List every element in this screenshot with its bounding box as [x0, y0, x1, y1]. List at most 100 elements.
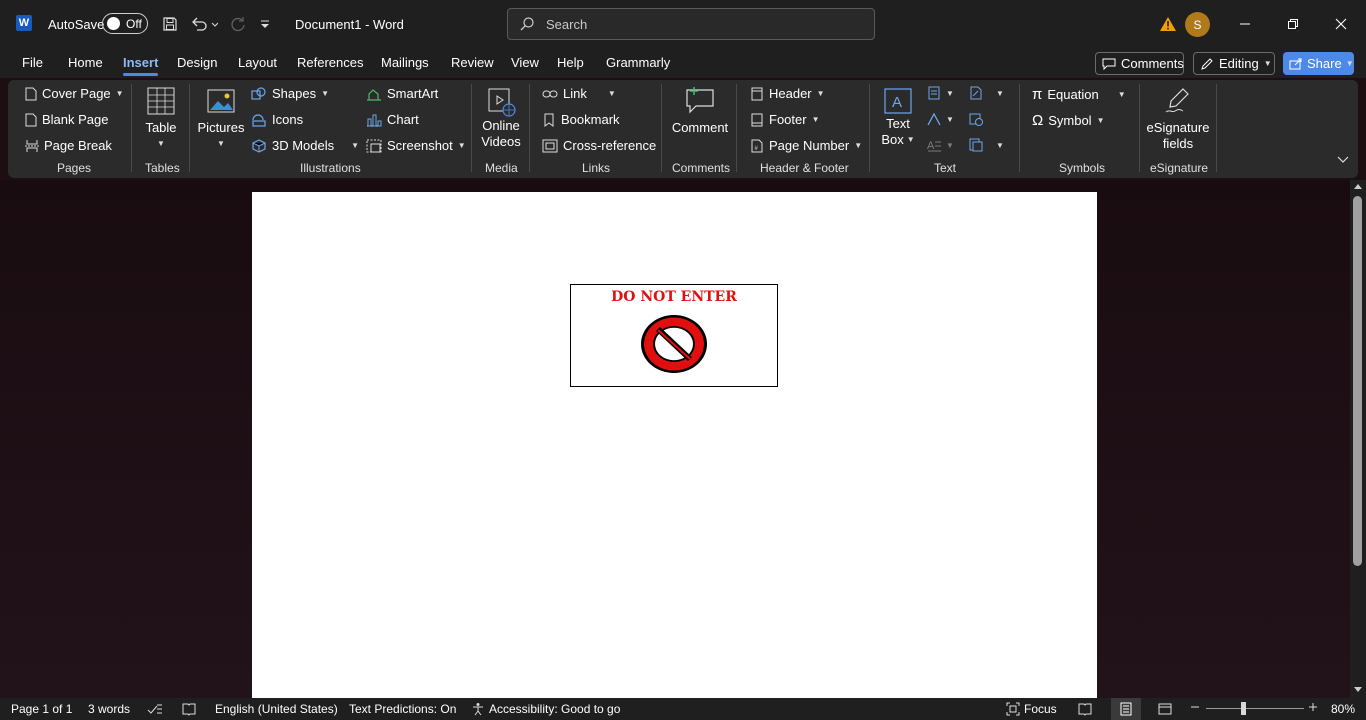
tab-references[interactable]: References: [297, 55, 363, 70]
link-button[interactable]: Link ▼: [542, 86, 616, 101]
chart-button[interactable]: Chart: [366, 112, 419, 127]
cover-page-button[interactable]: Cover Page ▼: [25, 86, 124, 101]
share-button[interactable]: Share ▼: [1283, 52, 1354, 75]
scroll-up-icon[interactable]: [1353, 182, 1363, 190]
autosave-label: AutoSave: [48, 17, 105, 32]
redo-icon[interactable]: [228, 14, 248, 34]
avatar[interactable]: S: [1185, 12, 1210, 37]
date-time-button[interactable]: [969, 112, 983, 126]
smartart-button[interactable]: SmartArt: [366, 86, 438, 101]
print-layout-icon[interactable]: [1111, 698, 1141, 720]
search-box[interactable]: Search: [507, 8, 875, 40]
signature-line-button[interactable]: ▼: [969, 86, 1004, 100]
online-videos-button[interactable]: Online Videos: [480, 86, 522, 150]
restore-icon[interactable]: [1270, 0, 1316, 48]
word-logo-icon: W: [16, 15, 32, 31]
shapes-button[interactable]: Shapes ▼: [251, 86, 329, 101]
icons-button[interactable]: Icons: [251, 112, 303, 127]
word-count[interactable]: 3 words: [88, 702, 130, 716]
tab-home[interactable]: Home: [68, 55, 103, 70]
comments-button[interactable]: Comments: [1095, 52, 1184, 75]
chevron-down-icon: [1337, 156, 1349, 164]
focus-mode-button[interactable]: Focus: [1006, 702, 1057, 716]
accessibility-status[interactable]: Accessibility: Good to go: [471, 702, 620, 716]
tab-review[interactable]: Review: [451, 55, 494, 70]
page-break-icon: [25, 139, 39, 153]
screenshot-button[interactable]: Screenshot ▼: [366, 138, 466, 153]
zoom-slider-track[interactable]: [1206, 708, 1304, 709]
group-label-pages: Pages: [57, 161, 92, 175]
chevron-down-icon: ▼: [607, 89, 616, 98]
tab-mailings[interactable]: Mailings: [381, 55, 429, 70]
tab-help[interactable]: Help: [557, 55, 584, 70]
signature-pen-icon: [1163, 86, 1193, 116]
cross-reference-button[interactable]: Cross-reference: [542, 138, 656, 153]
tab-insert[interactable]: Insert: [123, 55, 159, 76]
blank-page-button[interactable]: Blank Page: [25, 112, 109, 127]
drop-cap-button[interactable]: A ▼: [927, 138, 954, 152]
footer-icon: [750, 113, 764, 127]
page-break-button[interactable]: Page Break: [25, 138, 112, 153]
customize-toolbar-icon[interactable]: [257, 14, 273, 34]
page-number-button[interactable]: # Page Number ▼: [750, 138, 862, 153]
zoom-in-icon[interactable]: [1308, 702, 1318, 712]
smartart-label: SmartArt: [387, 86, 439, 101]
zoom-slider-thumb[interactable]: [1241, 702, 1246, 715]
tab-design[interactable]: Design: [177, 55, 217, 70]
picture-icon: [206, 86, 236, 116]
tab-grammarly[interactable]: Grammarly: [606, 55, 670, 70]
read-mode-icon[interactable]: [1078, 702, 1092, 716]
table-button[interactable]: Table ▼: [144, 86, 178, 152]
group-separator: [471, 84, 472, 172]
pictures-button[interactable]: Pictures ▼: [198, 86, 244, 152]
proofing-icon[interactable]: [147, 702, 163, 716]
web-layout-icon[interactable]: [1158, 702, 1172, 716]
esignature-label-1: eSignature: [1146, 120, 1210, 135]
autosave-toggle[interactable]: Off: [102, 13, 148, 34]
tab-view[interactable]: View: [511, 55, 539, 70]
close-icon[interactable]: [1318, 0, 1364, 48]
cover-page-label: Cover Page: [42, 86, 111, 101]
scrollbar-thumb[interactable]: [1353, 196, 1362, 566]
text-box-button[interactable]: A Text Box ▼: [878, 86, 918, 148]
zoom-out-icon[interactable]: [1190, 702, 1200, 712]
editing-mode-button[interactable]: Editing ▼: [1193, 52, 1275, 75]
chevron-down-icon: ▼: [115, 89, 124, 98]
save-icon[interactable]: [160, 14, 180, 34]
read-aloud-icon[interactable]: [182, 702, 196, 716]
warning-icon[interactable]: [1159, 15, 1177, 33]
quick-parts-button[interactable]: ▼: [927, 86, 954, 100]
tab-file[interactable]: File: [22, 55, 43, 70]
3d-models-button[interactable]: 3D Models ▼: [251, 138, 359, 153]
scroll-down-icon[interactable]: [1353, 686, 1363, 694]
document-page[interactable]: DO NOT ENTER: [252, 192, 1097, 698]
equation-button[interactable]: π Equation ▼: [1032, 86, 1126, 103]
drop-cap-icon: A: [927, 138, 941, 152]
minimize-icon[interactable]: [1222, 0, 1268, 48]
text-predictions-status[interactable]: Text Predictions: On: [349, 702, 456, 716]
page-count[interactable]: Page 1 of 1: [11, 702, 72, 716]
footer-button[interactable]: Footer ▼: [750, 112, 820, 127]
focus-icon: [1006, 702, 1020, 716]
esignature-fields-button[interactable]: eSignature fields: [1146, 86, 1210, 152]
accessibility-icon: [471, 702, 485, 716]
insert-object-button[interactable]: ▼: [969, 138, 1004, 152]
collapse-ribbon-button[interactable]: [1337, 156, 1349, 164]
group-label-links: Links: [582, 161, 611, 175]
symbol-label: Symbol: [1048, 113, 1092, 128]
svg-text:A: A: [892, 94, 902, 111]
new-comment-button[interactable]: Comment: [670, 86, 730, 136]
tab-layout[interactable]: Layout: [238, 55, 277, 70]
language-status[interactable]: English (United States): [215, 702, 338, 716]
document-title: Document1 - Word: [295, 17, 404, 32]
symbol-button[interactable]: Ω Symbol ▼: [1032, 112, 1105, 129]
sign-textbox[interactable]: DO NOT ENTER: [570, 284, 778, 387]
wordart-button[interactable]: ▼: [927, 112, 954, 126]
bookmark-button[interactable]: Bookmark: [542, 112, 620, 127]
header-button[interactable]: Header ▼: [750, 86, 825, 101]
omega-icon: Ω: [1032, 112, 1044, 129]
chart-icon: [366, 113, 382, 127]
chevron-down-icon[interactable]: ▼: [1346, 59, 1354, 68]
zoom-level[interactable]: 80%: [1331, 702, 1355, 716]
undo-icon[interactable]: [189, 14, 219, 34]
